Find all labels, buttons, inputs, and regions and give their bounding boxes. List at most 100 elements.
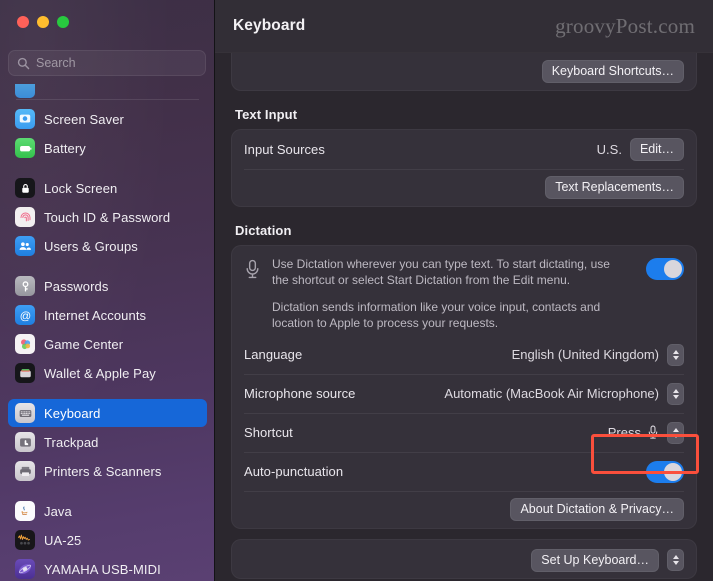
chevron-up-icon: [672, 427, 679, 432]
shortcut-mic-glyph-icon: [647, 425, 659, 440]
language-row[interactable]: Language English (United Kingdom): [232, 335, 696, 374]
chevron-down-icon: [672, 433, 679, 438]
sidebar-item-label: Game Center: [44, 336, 124, 352]
edit-input-sources-button[interactable]: Edit…: [629, 138, 684, 161]
watermark: groovyPost.com: [555, 13, 695, 38]
setup-keyboard-stepper[interactable]: [667, 549, 684, 571]
sidebar-item-keyboard[interactable]: Keyboard: [8, 399, 207, 427]
chevron-up-icon: [672, 349, 679, 354]
titlebar-separator: [215, 52, 713, 53]
page-title: Keyboard: [233, 17, 306, 34]
game-center-icon: [15, 334, 35, 354]
sidebar-item-screen-saver[interactable]: Screen Saver: [8, 105, 207, 133]
sidebar-item-clipped[interactable]: [8, 84, 207, 98]
passwords-key-icon: [15, 276, 35, 296]
search-box[interactable]: Search: [8, 50, 206, 76]
search-icon: [17, 57, 30, 70]
main-pane: Keyboard groovyPost.com Keyboard Shortcu…: [215, 0, 713, 581]
trackpad-icon: [15, 432, 35, 452]
close-button[interactable]: [17, 16, 29, 28]
text-replacements-row: Text Replacements…: [232, 169, 696, 206]
setup-keyboard-card: Set Up Keyboard…: [231, 539, 697, 579]
sidebar-item-label: Touch ID & Password: [44, 209, 171, 225]
keyboard-shortcuts-button[interactable]: Keyboard Shortcuts…: [541, 60, 684, 83]
setup-keyboard-row: Set Up Keyboard…: [232, 540, 696, 578]
sidebar-item-touch-id[interactable]: Touch ID & Password: [8, 203, 207, 231]
system-settings-window: Search Screen Saver Battery Lock Screen …: [0, 0, 713, 581]
sidebar-item-wallet[interactable]: Wallet & Apple Pay: [8, 359, 207, 387]
dictation-description: Use Dictation wherever you can type text…: [272, 256, 629, 331]
users-groups-icon: [15, 236, 35, 256]
yamaha-icon: [15, 559, 35, 579]
shortcut-row[interactable]: Shortcut Press: [232, 413, 696, 452]
input-sources-right: U.S. Edit…: [597, 138, 684, 161]
sidebar-item-internet-accounts[interactable]: @ Internet Accounts: [8, 301, 207, 329]
sidebar-item-battery[interactable]: Battery: [8, 134, 207, 162]
dictation-toggle[interactable]: [646, 258, 684, 280]
chevron-down-icon: [672, 561, 679, 565]
sidebar-scroll-area[interactable]: Screen Saver Battery Lock Screen Touch I…: [0, 84, 215, 581]
sidebar-item-lock-screen[interactable]: Lock Screen: [8, 174, 207, 202]
sidebar-item-users-groups[interactable]: Users & Groups: [8, 232, 207, 260]
sidebar-item-yamaha-usb-midi[interactable]: YAMAHA USB-MIDI: [8, 555, 207, 581]
microphone-source-stepper[interactable]: [667, 382, 684, 405]
toggle-knob: [664, 260, 682, 278]
sidebar-item-game-center[interactable]: Game Center: [8, 330, 207, 358]
auto-punctuation-right: [646, 460, 684, 483]
microphone-icon: [244, 259, 261, 285]
text-replacements-button[interactable]: Text Replacements…: [545, 176, 684, 199]
language-right: English (United Kingdom): [511, 343, 684, 366]
dictation-description-2: Dictation sends information like your vo…: [272, 300, 601, 330]
zoom-button[interactable]: [57, 16, 69, 28]
sidebar-item-label: Keyboard: [44, 405, 101, 421]
chevron-down-icon: [672, 394, 679, 399]
printer-icon: [15, 461, 35, 481]
sidebar-item-passwords[interactable]: Passwords: [8, 272, 207, 300]
setup-keyboard-button[interactable]: Set Up Keyboard…: [531, 549, 659, 572]
chevron-up-icon: [672, 388, 679, 393]
text-input-card: Input Sources U.S. Edit… Text Replacemen…: [231, 129, 697, 207]
dictation-section-title: Dictation: [235, 223, 292, 238]
internet-accounts-icon: @: [15, 305, 35, 325]
keyboard-icon: [15, 403, 35, 423]
sidebar-item-label: Screen Saver: [44, 111, 124, 127]
sidebar-item-printers-scanners[interactable]: Printers & Scanners: [8, 457, 207, 485]
microphone-source-value: Automatic (MacBook Air Microphone): [444, 386, 659, 401]
language-value: English (United Kingdom): [511, 347, 659, 362]
sidebar-item-label: Java: [44, 503, 72, 519]
sidebar-item-label: YAMAHA USB-MIDI: [44, 561, 161, 577]
sidebar-item-label: Users & Groups: [44, 238, 138, 254]
shortcut-stepper[interactable]: [667, 421, 684, 444]
microphone-source-label: Microphone source: [244, 386, 356, 401]
sidebar-item-label: Printers & Scanners: [44, 463, 162, 479]
sidebar-item-label: UA-25: [44, 532, 82, 548]
sidebar-item-ua25[interactable]: UA-25: [8, 526, 207, 554]
sidebar-item-label: Battery: [44, 140, 86, 156]
auto-punctuation-row: Auto-punctuation: [232, 452, 696, 491]
sidebar-item-label: Internet Accounts: [44, 307, 147, 323]
auto-punctuation-toggle[interactable]: [646, 460, 684, 483]
about-dictation-row: About Dictation & Privacy…: [232, 491, 696, 528]
dictation-description-row: Use Dictation wherever you can type text…: [232, 246, 696, 335]
sidebar-item-java[interactable]: Java: [8, 497, 207, 525]
input-sources-value: U.S.: [596, 142, 622, 157]
sidebar-item-label: Wallet & Apple Pay: [44, 365, 156, 381]
about-dictation-privacy-button[interactable]: About Dictation & Privacy…: [510, 498, 684, 521]
ua25-icon: [15, 530, 35, 550]
microphone-source-row[interactable]: Microphone source Automatic (MacBook Air…: [232, 374, 696, 413]
titlebar: Keyboard groovyPost.com: [215, 0, 713, 52]
sidebar-item-label: Passwords: [44, 278, 109, 294]
settings-content[interactable]: Keyboard Shortcuts… Text Input Input Sou…: [215, 53, 713, 581]
sidebar-item-trackpad[interactable]: Trackpad: [8, 428, 207, 456]
search-input[interactable]: Search: [36, 56, 197, 70]
sidebar-search[interactable]: Search: [8, 50, 206, 76]
wallet-icon: [15, 363, 35, 383]
bottom-card-wrap: Set Up Keyboard…: [231, 539, 697, 579]
sidebar-list: Screen Saver Battery Lock Screen Touch I…: [0, 84, 215, 581]
keyboard-shortcuts-card: Keyboard Shortcuts…: [231, 53, 697, 91]
language-stepper[interactable]: [667, 343, 684, 366]
minimize-button[interactable]: [37, 16, 49, 28]
